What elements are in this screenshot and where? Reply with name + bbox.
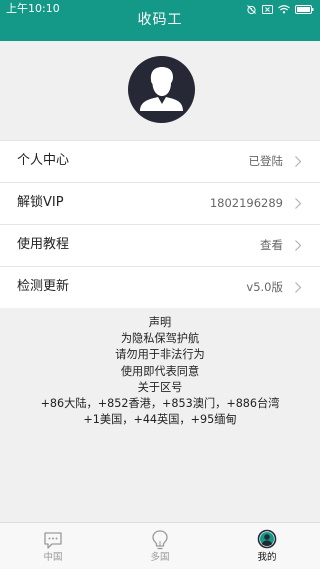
tab-multi-country[interactable]: 多国 bbox=[107, 523, 213, 569]
notice-line: +86大陆，+852香港，+853澳门，+886台湾 bbox=[40, 397, 280, 411]
tab-label: 中国 bbox=[43, 552, 63, 563]
tab-mine[interactable]: 我的 bbox=[214, 523, 320, 569]
tab-label: 我的 bbox=[257, 552, 277, 563]
menu-item-check-update[interactable]: 检测更新 v5.0版 bbox=[0, 266, 320, 308]
menu-item-label: 个人中心 bbox=[17, 153, 70, 168]
page-title: 收码工 bbox=[137, 12, 183, 28]
menu-item-label: 使用教程 bbox=[17, 237, 70, 252]
settings-menu: 个人中心 已登陆 解锁VIP 1802196289 使用教程 查看 检测更新 v… bbox=[0, 140, 320, 308]
chevron-right-icon bbox=[295, 240, 302, 251]
chevron-right-icon bbox=[295, 282, 302, 293]
notice-line: 关于区号 bbox=[137, 380, 183, 394]
notice-line: 为隐私保驾护航 bbox=[120, 332, 200, 346]
avatar[interactable] bbox=[128, 56, 195, 123]
menu-item-label: 检测更新 bbox=[17, 279, 70, 294]
menu-item-tutorial[interactable]: 使用教程 查看 bbox=[0, 224, 320, 266]
lightbulb-icon bbox=[152, 530, 168, 550]
menu-item-personal-center[interactable]: 个人中心 已登陆 bbox=[0, 140, 320, 182]
notice-line: 声明 bbox=[148, 316, 172, 329]
profile-header bbox=[0, 41, 320, 140]
bottom-tab-bar: 中国 多国 我的 bbox=[0, 522, 320, 569]
tab-china[interactable]: 中国 bbox=[0, 523, 106, 569]
chat-icon bbox=[44, 532, 62, 549]
menu-item-value: 查看 bbox=[260, 238, 283, 252]
menu-item-label: 解锁VIP bbox=[17, 195, 64, 210]
tab-label: 多国 bbox=[150, 552, 170, 563]
menu-item-value: 已登陆 bbox=[248, 154, 284, 168]
notice-text: 声明 为隐私保驾护航 请勿用于非法行为 使用即代表同意 关于区号 +86大陆，+… bbox=[0, 315, 320, 428]
profile-icon bbox=[257, 529, 277, 549]
user-silhouette-icon bbox=[140, 67, 183, 111]
chevron-right-icon bbox=[295, 156, 302, 167]
notice-line: +1美国，+44英国，+95缅甸 bbox=[83, 413, 237, 427]
notice-line: 使用即代表同意 bbox=[120, 364, 200, 378]
menu-item-value: 1802196289 bbox=[209, 196, 283, 210]
chevron-right-icon bbox=[295, 198, 302, 209]
app-bar: 上午10:10 收码工 bbox=[0, 0, 320, 41]
menu-item-unlock-vip[interactable]: 解锁VIP 1802196289 bbox=[0, 182, 320, 224]
menu-item-value: v5.0版 bbox=[246, 280, 283, 294]
notice-line: 请勿用于非法行为 bbox=[115, 348, 205, 362]
